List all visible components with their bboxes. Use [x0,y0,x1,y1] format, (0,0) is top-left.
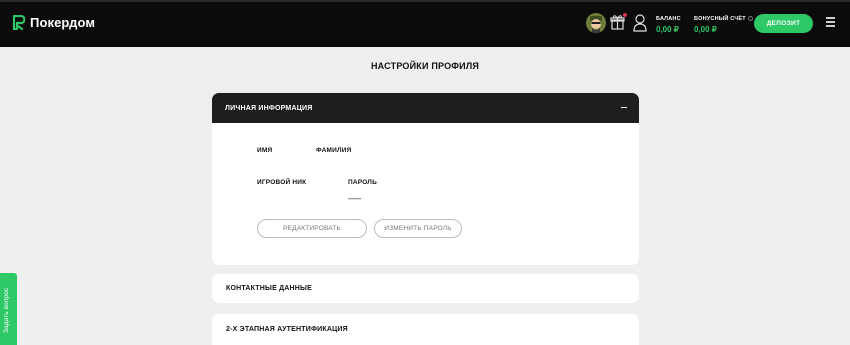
balance-value: 0,00 ₽ [656,25,679,34]
avatar-icon[interactable] [586,13,606,33]
top-header: Покердом БАЛАНС 0,00 ₽ БОНУСНЫЙ СЧЁТ 0,0… [0,0,850,47]
edit-button[interactable]: РЕДАКТИРОВАТЬ [257,219,367,238]
bonus-value: 0,00 ₽ [694,25,717,34]
brand-logo[interactable]: Покердом [12,14,96,31]
logo-icon [12,14,26,31]
collapse-icon[interactable] [621,107,627,108]
two-factor-section[interactable]: 2-Х ЭТАПНАЯ АУТЕНТИФИКАЦИЯ [212,314,639,345]
personal-info-title: ЛИЧНАЯ ИНФОРМАЦИЯ [225,104,313,112]
balance-label: БАЛАНС [656,16,681,22]
personal-info-card: ЛИЧНАЯ ИНФОРМАЦИЯ ИМЯ ФАМИЛИЯ ИГРОВОЙ НИ… [212,93,639,265]
password-label: ПАРОЛЬ [348,179,377,186]
deposit-button[interactable]: ДЕПОЗИТ [754,14,813,33]
last-name-label: ФАМИЛИЯ [316,147,352,154]
password-value: •••••••• [348,197,361,203]
contacts-title: КОНТАКТНЫЕ ДАННЫЕ [226,285,312,292]
notification-dot [623,13,627,17]
user-icon[interactable] [633,14,647,37]
bonus-block: БОНУСНЫЙ СЧЁТ 0,00 ₽ [694,16,753,34]
balance-block: БАЛАНС 0,00 ₽ [656,16,681,34]
change-password-button[interactable]: ИЗМЕНИТЬ ПАРОЛЬ [374,219,462,238]
page-title: НАСТРОЙКИ ПРОФИЛЯ [370,61,480,71]
nickname-label: ИГРОВОЙ НИК [257,179,307,186]
bonus-label: БОНУСНЫЙ СЧЁТ [694,16,753,22]
first-name-label: ИМЯ [257,147,273,154]
brand-name: Покердом [30,15,96,30]
info-icon[interactable] [747,16,753,21]
menu-icon[interactable] [826,17,835,27]
contacts-section[interactable]: КОНТАКТНЫЕ ДАННЫЕ [212,274,639,303]
header-top-border [0,0,850,2]
gift-icon[interactable] [610,14,625,36]
personal-info-header[interactable]: ЛИЧНАЯ ИНФОРМАЦИЯ [212,93,639,123]
ask-question-label: Задать вопрос [3,287,10,333]
two-factor-title: 2-Х ЭТАПНАЯ АУТЕНТИФИКАЦИЯ [226,326,348,333]
